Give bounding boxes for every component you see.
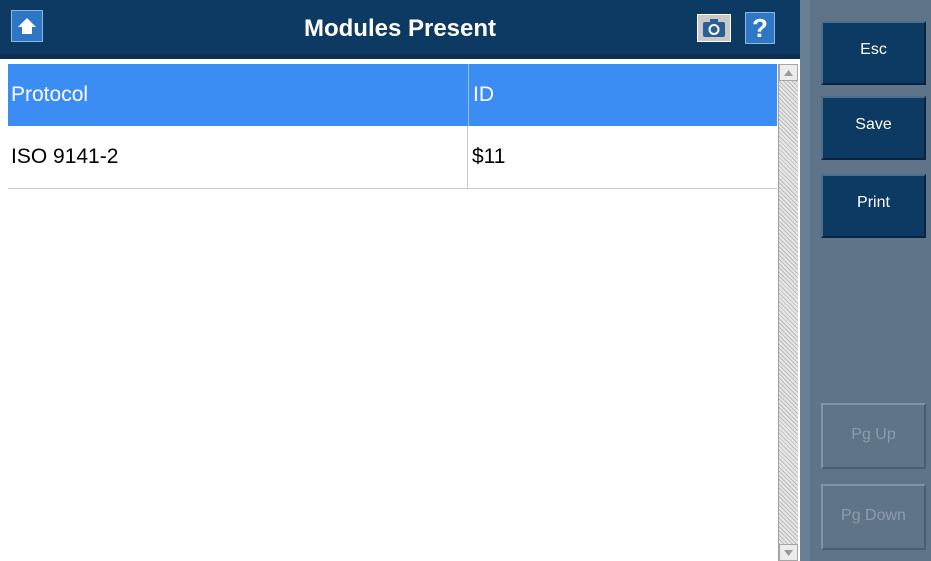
cell-protocol: ISO 9141-2 [11, 145, 119, 168]
page-down-label: Pg Down [841, 507, 906, 524]
esc-button[interactable]: Esc [821, 21, 926, 85]
page-up-label: Pg Up [851, 426, 896, 443]
scroll-up-arrow[interactable] [779, 64, 798, 81]
vertical-scrollbar[interactable] [778, 64, 798, 561]
scroll-down-arrow[interactable] [779, 544, 798, 561]
triangle-down-icon [784, 549, 793, 556]
page-up-button[interactable]: Pg Up [821, 403, 926, 469]
help-button[interactable]: ? [745, 12, 775, 44]
page-title: Modules Present [303, 15, 497, 42]
side-panel: Esc Save Print Pg Up Pg Down [800, 0, 931, 561]
triangle-up-icon [784, 69, 793, 76]
save-label: Save [855, 116, 892, 133]
column-header-id[interactable]: ID [468, 64, 777, 126]
screenshot-button[interactable] [697, 14, 731, 42]
save-button[interactable]: Save [821, 96, 926, 160]
print-label: Print [857, 194, 890, 211]
table-header: Protocol ID [8, 64, 777, 126]
table-row[interactable]: ISO 9141-2 $11 [8, 126, 777, 189]
esc-label: Esc [860, 41, 887, 58]
column-header-protocol[interactable]: Protocol [8, 64, 467, 126]
camera-icon [703, 19, 725, 37]
modules-table: Protocol ID ISO 9141-2 $11 [8, 64, 777, 561]
page-down-button[interactable]: Pg Down [821, 484, 926, 550]
cell-id: $11 [467, 126, 777, 188]
print-button[interactable]: Print [821, 174, 926, 238]
title-bar: Modules Present ? [0, 0, 800, 59]
